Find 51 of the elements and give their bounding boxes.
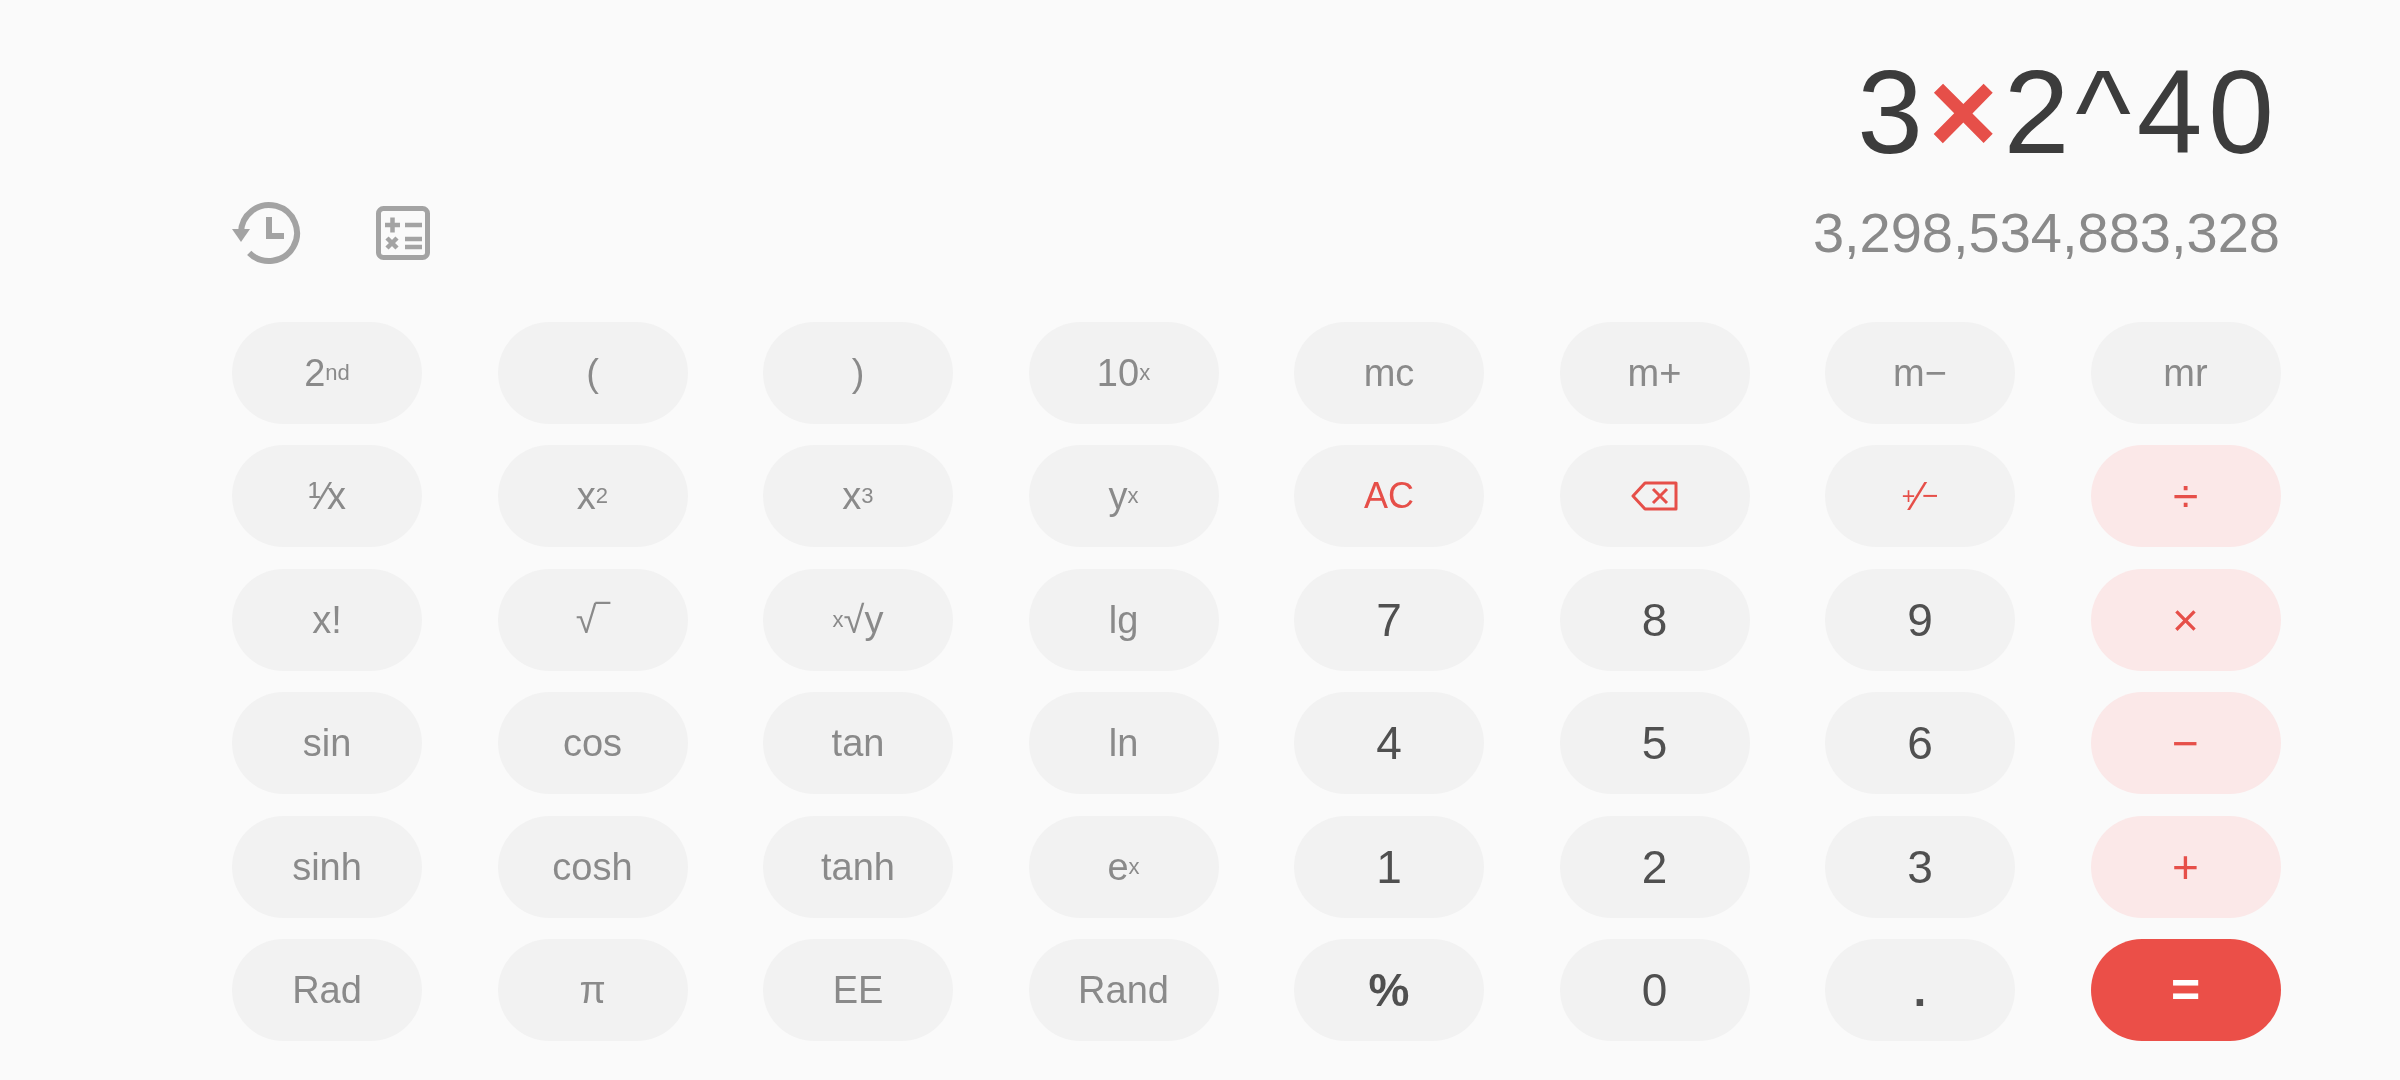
function-key[interactable]: m− [1825,322,2015,424]
function-key[interactable]: tan [763,692,953,795]
function-key[interactable]: sin [232,692,422,795]
function-key[interactable]: ln [1028,692,1219,795]
percent-key[interactable]: % [1294,938,1484,1041]
function-key[interactable]: e$^{x}$ [1028,815,1219,918]
function-key[interactable]: x$^{2}$ [497,445,688,548]
function-key[interactable]: mc [1294,322,1484,424]
equals-key[interactable]: = [2090,938,2281,1041]
result-text: 3,298,534,883,328 [1812,205,2280,261]
number-key[interactable]: 3 [1825,815,2015,918]
operator-key[interactable]: ÷ [2090,445,2281,548]
function-key[interactable]: x$^{3}$ [763,445,953,548]
function-key[interactable]: mr [2090,322,2281,424]
function-key[interactable]: tanh [763,815,953,918]
function-key[interactable]: 2$^{nd}$ [232,322,422,424]
number-key[interactable]: 8 [1559,568,1750,671]
function-key[interactable]: Rand [1028,938,1219,1041]
number-key[interactable]: 7 [1294,568,1484,671]
function-key[interactable]: π [497,938,688,1041]
number-key[interactable]: 5 [1559,692,1750,795]
function-key[interactable]: ¹⁄x [232,445,422,548]
number-key[interactable]: 4 [1294,692,1484,795]
number-key[interactable]: 1 [1294,815,1484,918]
operator-key[interactable]: × [2090,568,2281,671]
operator-key[interactable]: − [2090,692,2281,795]
function-key[interactable]: Rad [232,938,422,1041]
function-key[interactable]: cos [497,692,688,795]
history-icon[interactable] [232,200,302,266]
function-key[interactable]: EE [763,938,953,1041]
decimal-point-key[interactable]: . [1825,938,2015,1041]
function-key[interactable]: $^{x}$√y [763,568,953,671]
function-key[interactable]: ( [497,322,688,424]
function-key[interactable]: ) [763,322,953,424]
number-key[interactable]: 6 [1825,692,2015,795]
number-key[interactable]: 0 [1559,938,1750,1041]
number-key[interactable]: 2 [1559,815,1750,918]
function-key[interactable]: lg [1028,568,1219,671]
number-key[interactable]: 9 [1825,568,2015,671]
function-key[interactable]: y$^{x}$ [1028,445,1219,548]
clear-key[interactable]: AC [1294,445,1484,548]
operator-key[interactable]: + [2090,815,2281,918]
function-key[interactable]: cosh [497,815,688,918]
function-key[interactable]: x! [232,568,422,671]
function-key[interactable]: sinh [232,815,422,918]
calculator-icon[interactable] [376,206,430,260]
function-key[interactable]: 10$^{x}$ [1028,322,1219,424]
expression-text: 3×2^40 [1857,53,2280,171]
function-key[interactable]: √‾ [497,568,688,671]
backspace-icon [1630,481,1679,512]
function-key[interactable]: m+ [1559,322,1750,424]
